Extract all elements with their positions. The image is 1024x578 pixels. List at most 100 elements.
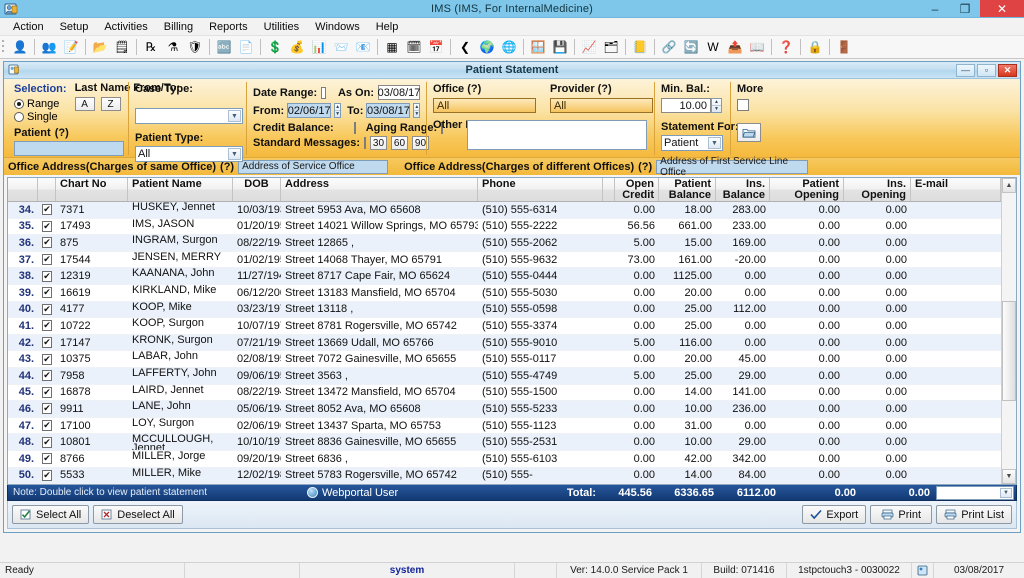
menu-item-billing[interactable]: Billing <box>156 19 201 35</box>
scroll-track[interactable] <box>1002 193 1016 469</box>
aging-30-button[interactable]: 30 <box>369 136 387 150</box>
grid-icon[interactable]: ▦ <box>382 38 402 57</box>
row-checkbox[interactable]: ✔ <box>38 385 56 401</box>
min-balance-spinner[interactable]: ▲ ▼ <box>711 98 722 113</box>
table-row[interactable]: 40. ✔ 4177 KOOP, Mike 03/23/1971 Street 13118… <box>8 301 1016 319</box>
chevron-down-icon[interactable]: ▼ <box>228 110 241 122</box>
chevron-down-icon[interactable]: ▼ <box>1000 487 1012 498</box>
address-book-icon[interactable]: 📒 <box>630 38 650 57</box>
checkmark-icon[interactable]: ✔ <box>42 386 52 398</box>
col-header-dob[interactable]: DOB <box>233 178 281 201</box>
checkmark-icon[interactable]: ✔ <box>42 453 52 465</box>
word-export-icon[interactable]: W <box>703 38 723 57</box>
scheduler-icon[interactable]: 🗓 <box>404 38 424 57</box>
menu-item-utilities[interactable]: Utilities <box>256 19 307 35</box>
window-save-icon[interactable]: 💾 <box>550 38 570 57</box>
checkmark-icon[interactable]: ✔ <box>42 469 52 481</box>
as-on-input[interactable]: 03/08/17 <box>378 85 420 100</box>
menu-item-reports[interactable]: Reports <box>201 19 256 35</box>
table-row[interactable]: 48. ✔ 10801 MCCULLOUGH, Jennet 10/10/1975 Str… <box>8 434 1016 451</box>
tray-icon[interactable] <box>912 563 934 578</box>
window-icon[interactable]: 🪟 <box>528 38 548 57</box>
help-icon[interactable]: ❓ <box>776 38 796 57</box>
scroll-up-arrow-icon[interactable]: ▲ <box>1002 178 1016 193</box>
back-arrow-icon[interactable]: ❮ <box>455 38 475 57</box>
row-checkbox[interactable]: ✔ <box>38 318 56 334</box>
edit-note-icon[interactable]: 🗒 <box>112 38 132 57</box>
row-checkbox[interactable]: ✔ <box>38 335 56 351</box>
shield-icon[interactable]: 🛡 <box>185 38 205 57</box>
checkmark-icon[interactable]: ✔ <box>42 403 52 415</box>
diff-office-help-icon[interactable]: (?) <box>638 161 652 173</box>
patient-help-icon[interactable]: (?) <box>55 127 69 139</box>
patient-type-select[interactable]: All ▼ <box>135 146 243 162</box>
same-office-value[interactable]: Address of Service Office <box>238 159 389 174</box>
checkmark-icon[interactable]: ✔ <box>42 337 52 349</box>
col-header-ins-balance[interactable]: Ins. Balance <box>716 178 770 201</box>
provider-help-icon[interactable]: (?) <box>598 83 612 95</box>
row-checkbox[interactable]: ✔ <box>38 235 56 251</box>
other-note-input[interactable] <box>467 120 647 150</box>
table-row[interactable]: 34. ✔ 7371 HUSKEY, Jennet 10/03/1937 Street 5… <box>8 202 1016 219</box>
from-date-spinner[interactable]: ▲ ▼ <box>334 103 342 118</box>
checkmark-icon[interactable]: ✔ <box>42 320 52 332</box>
eob-icon[interactable]: 📧 <box>353 38 373 57</box>
provider-select[interactable]: All <box>550 98 653 113</box>
dollar-icon[interactable]: 💲 <box>265 38 285 57</box>
single-radio[interactable] <box>14 112 24 122</box>
table-row[interactable]: 47. ✔ 17100 LOY, Surgon 02/06/1966 Street 134… <box>8 418 1016 435</box>
logout-icon[interactable]: 🚪 <box>834 38 854 57</box>
exchange-icon[interactable]: 🔄 <box>681 38 701 57</box>
select-all-button[interactable]: Select All <box>12 505 90 524</box>
row-checkbox[interactable]: ✔ <box>38 451 56 467</box>
globe-sync-icon[interactable]: 🌍 <box>477 38 497 57</box>
standard-messages-checkbox[interactable] <box>363 137 366 149</box>
office-select[interactable]: All <box>433 98 536 113</box>
claims-icon[interactable]: 📨 <box>331 38 351 57</box>
col-header-checkbox[interactable] <box>38 178 56 201</box>
to-date-input[interactable]: 03/08/17 <box>366 103 411 118</box>
row-checkbox[interactable]: ✔ <box>38 285 56 301</box>
col-header-open-credit[interactable]: Open Credit <box>615 178 659 201</box>
chart-bar-icon[interactable]: 📊 <box>309 38 329 57</box>
to-date-spinner[interactable]: ▲ ▼ <box>413 103 421 118</box>
same-office-help-icon[interactable]: (?) <box>220 161 234 173</box>
aging-60-button[interactable]: 60 <box>390 136 408 150</box>
menu-item-windows[interactable]: Windows <box>307 19 368 35</box>
link-out-icon[interactable]: 🔗 <box>659 38 679 57</box>
scroll-thumb[interactable] <box>1002 301 1016 401</box>
globe-icon[interactable]: 🌐 <box>499 38 519 57</box>
export-data-icon[interactable]: 📤 <box>725 38 745 57</box>
range-radio[interactable] <box>14 99 24 109</box>
date-range-checkbox[interactable] <box>321 86 326 99</box>
row-checkbox[interactable]: ✔ <box>38 252 56 268</box>
report-chart-icon[interactable]: 📈 <box>579 38 599 57</box>
checkmark-icon[interactable]: ✔ <box>42 270 52 282</box>
col-header-ins-opening-bal[interactable]: Ins. Opening Bal. <box>844 178 911 201</box>
print-button[interactable]: Print <box>870 505 933 524</box>
appointment-icon[interactable]: 📅 <box>426 38 446 57</box>
table-row[interactable]: 46. ✔ 9911 LANE, John 05/06/1940 Street 8052 … <box>8 401 1016 418</box>
table-row[interactable]: 36. ✔ 875 INGRAM, Surgon 08/22/1940 Street 12… <box>8 235 1016 252</box>
print-list-button[interactable]: Print List <box>936 505 1012 524</box>
menu-item-activities[interactable]: Activities <box>96 19 155 35</box>
table-row[interactable]: 44. ✔ 7958 LAFFERTY, John 09/06/1951 Street 3… <box>8 367 1016 385</box>
patient-input[interactable] <box>14 141 124 156</box>
row-checkbox[interactable]: ✔ <box>38 351 56 367</box>
table-row[interactable]: 35. ✔ 17493 IMS, JASON 01/20/1954 Street 1402… <box>8 219 1016 236</box>
row-checkbox[interactable]: ✔ <box>38 468 56 484</box>
checkmark-icon[interactable]: ✔ <box>42 254 52 266</box>
lastname-from-button[interactable]: A <box>74 97 95 111</box>
row-checkbox[interactable]: ✔ <box>38 268 56 284</box>
table-row[interactable]: 42. ✔ 17147 KRONK, Surgon 07/21/1964 Street 1… <box>8 334 1016 352</box>
col-header-spacer[interactable] <box>603 178 615 201</box>
book-icon[interactable]: 📖 <box>747 38 767 57</box>
checkmark-icon[interactable]: ✔ <box>42 303 52 315</box>
deselect-all-button[interactable]: Deselect All <box>93 505 183 524</box>
lastname-to-button[interactable]: Z <box>100 97 121 111</box>
row-checkbox[interactable]: ✔ <box>38 418 56 434</box>
open-folder-button[interactable] <box>737 123 761 142</box>
table-row[interactable]: 39. ✔ 16619 KIRKLAND, Mike 06/12/2003 Street … <box>8 285 1016 302</box>
totals-tail-select[interactable]: ▼ <box>936 485 1014 500</box>
credit-balance-checkbox[interactable] <box>353 122 356 134</box>
